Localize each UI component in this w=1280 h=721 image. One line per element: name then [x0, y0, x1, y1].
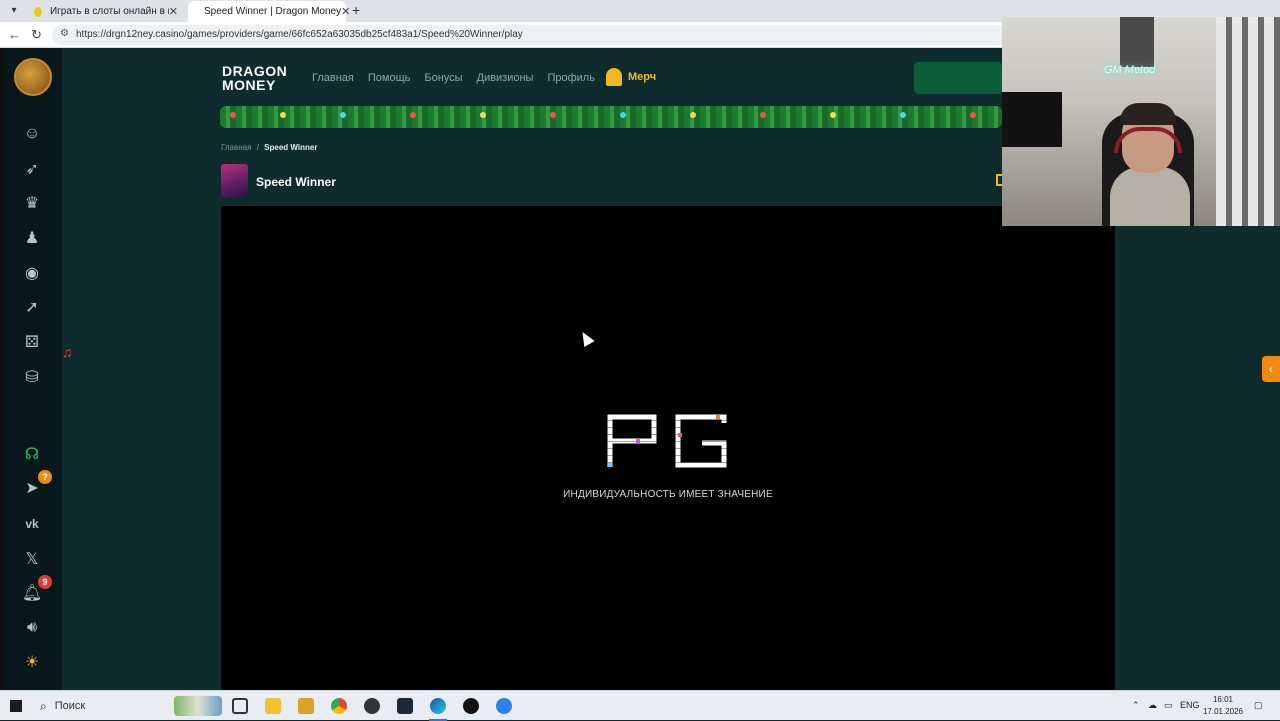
breadcrumb-separator: / — [256, 143, 259, 152]
windows-taskbar: ⌕ Поиск ⌃ ☁ ▭ ENG 16:01 17.01.2026 ▢ — [0, 690, 1280, 721]
sun-icon[interactable]: ☀ — [20, 650, 44, 674]
support-icon[interactable]: ☊ — [20, 442, 44, 466]
network-icon[interactable]: ▭ — [1164, 700, 1173, 711]
clock[interactable]: 16:01 17.01.2026 — [1200, 694, 1246, 718]
menu-item-home[interactable]: Главная — [312, 72, 354, 84]
webcam-background-poster — [1120, 17, 1154, 67]
menu-item-bonuses[interactable]: Бонусы — [424, 72, 462, 84]
task-view-icon[interactable] — [232, 698, 248, 714]
windows-start-icon[interactable] — [10, 700, 22, 712]
reload-icon[interactable]: ↻ — [31, 27, 42, 43]
main-menu: Главная Помощь Бонусы Дивизионы Профиль — [312, 72, 595, 84]
joystick-icon[interactable]: ◉ — [20, 261, 44, 285]
app-icon[interactable] — [298, 698, 314, 714]
pg-tagline: ИНДИВИДУАЛЬНОСТЬ ИМЕЕТ ЗНАЧЕНИЕ — [563, 489, 773, 500]
smiley-icon[interactable]: ☺ — [20, 122, 44, 146]
new-tab-icon[interactable]: + — [352, 2, 360, 18]
merch-hoodie-icon — [606, 68, 622, 86]
obs-icon[interactable] — [364, 698, 380, 714]
rocket-icon[interactable]: ➶ — [20, 157, 44, 181]
dragon-logo-icon[interactable] — [14, 58, 52, 96]
breadcrumb: Главная / Speed Winner — [221, 143, 317, 152]
webcam-person-body — [1110, 167, 1190, 226]
bell-icon[interactable]: 🔔︎ 9 — [20, 575, 52, 605]
close-tab-icon[interactable]: ✕ — [169, 5, 178, 18]
brand-logo[interactable]: DRAGON MONEY — [222, 64, 287, 92]
file-explorer-icon[interactable] — [265, 698, 281, 714]
search-highlight-image — [174, 696, 222, 716]
tab-title: Speed Winner | Dragon Money — [204, 6, 342, 17]
menu-item-profile[interactable]: Профиль — [547, 72, 595, 84]
app3-icon[interactable] — [496, 698, 512, 714]
menu-item-divisions[interactable]: Дивизионы — [477, 72, 534, 84]
dice-icon[interactable]: ⚄ — [20, 330, 44, 354]
notifications-icon[interactable]: ▢ — [1254, 700, 1263, 711]
svg-text:PG: PG — [668, 467, 670, 469]
webcam-background-tv — [1002, 92, 1062, 147]
merch-link[interactable]: Мерч — [606, 68, 656, 86]
taskbar-search[interactable]: ⌕ Поиск — [32, 695, 222, 717]
game-iframe[interactable]: PG ИНДИВИДУАЛЬНОСТЬ ИМЕЕТ ЗНАЧЕНИЕ — [221, 206, 1115, 690]
site-header: DRAGON MONEY Главная Помощь Бонусы Дивиз… — [220, 48, 1002, 108]
x-icon[interactable]: 𝕏 — [20, 547, 44, 571]
tab-title: Играть в слоты онлайн в казино — [49, 6, 169, 17]
streamer-webcam: GM Metod — [1002, 17, 1280, 226]
cloud-icon[interactable]: ☁ — [1148, 700, 1157, 711]
game-thumbnail — [221, 164, 248, 198]
chrome-icon[interactable] — [331, 698, 347, 714]
christmas-garland — [220, 106, 1002, 128]
webcam-curtain — [1216, 17, 1280, 226]
webcam-person-hair — [1120, 103, 1176, 125]
vk-icon[interactable]: vk — [20, 512, 44, 536]
sidebar: ☺ ➶ ♛ ♟ ◉ ➚ ⚄ ⛁ ☊ ➤ ? vk 𝕏 🔔︎ 9 🔊︎ ☀ — [4, 48, 62, 690]
pg-logo-icon: PG — [606, 413, 730, 469]
app2-icon[interactable] — [463, 698, 479, 714]
site-info-icon[interactable]: ⚙ — [60, 28, 69, 39]
back-icon[interactable]: ← — [8, 27, 21, 42]
trophy-icon[interactable]: ♛ — [20, 191, 44, 215]
breadcrumb-current: Speed Winner — [264, 143, 318, 152]
game-title: Speed Winner — [256, 175, 336, 189]
tab-search-icon[interactable]: ▾ — [6, 3, 22, 19]
collapse-panel-icon[interactable]: ‹ — [1262, 356, 1280, 382]
deposit-button[interactable] — [914, 62, 1002, 94]
webcam-neon-sign: GM Metod — [1104, 64, 1156, 76]
telegram-icon[interactable]: ➤ ? — [20, 470, 52, 500]
edge-icon[interactable] — [430, 698, 446, 714]
close-tab-icon[interactable]: ✕ — [341, 5, 350, 18]
tab-favicon — [34, 6, 42, 17]
rocket2-icon[interactable]: ➚ — [20, 295, 44, 319]
url-text: https://drgn12ney.casino/games/providers… — [76, 29, 523, 40]
breadcrumb-home[interactable]: Главная — [221, 143, 251, 152]
user-icon[interactable]: ♟ — [20, 226, 44, 250]
telegram-badge: ? — [38, 470, 52, 484]
steam-icon[interactable] — [397, 698, 413, 714]
browser-tab-speed-winner[interactable]: Speed Winner | Dragon Money ✕ — [188, 1, 350, 22]
sound-icon[interactable]: 🔊︎ — [20, 616, 44, 640]
browser-tab-casino[interactable]: Играть в слоты онлайн в казино ✕ — [26, 1, 186, 22]
search-icon: ⌕ — [40, 698, 47, 713]
basket-icon[interactable]: ⛁ — [20, 365, 44, 389]
language-indicator[interactable]: ENG — [1180, 700, 1200, 710]
tray-chevron-icon[interactable]: ⌃ — [1132, 700, 1140, 711]
candy-cane-icon: ♫ — [62, 344, 73, 360]
search-placeholder: Поиск — [54, 700, 86, 712]
merch-label: Мерч — [628, 71, 657, 83]
menu-item-help[interactable]: Помощь — [368, 72, 411, 84]
notifications-badge: 9 — [38, 575, 52, 589]
